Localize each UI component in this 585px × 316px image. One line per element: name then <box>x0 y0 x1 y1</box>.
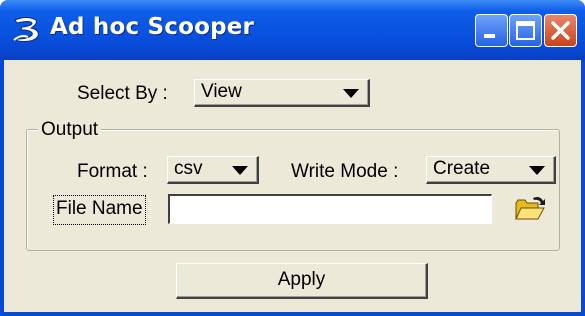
file-name-label: File Name <box>53 195 146 225</box>
app-window: Ad hoc Scooper Select By : View Output F… <box>0 0 585 316</box>
format-label: Format : <box>77 161 148 182</box>
format-dropdown[interactable]: csv <box>167 156 259 184</box>
output-group-box <box>26 129 560 251</box>
minimize-icon <box>484 34 495 38</box>
write-mode-dropdown[interactable]: Create <box>426 156 556 184</box>
maximize-icon <box>516 21 535 40</box>
select-by-label: Select By : <box>77 83 168 104</box>
close-button[interactable] <box>544 14 577 47</box>
bentley-b-icon <box>13 17 39 42</box>
dropdown-arrow-icon <box>343 89 359 98</box>
dropdown-arrow-icon <box>232 166 248 175</box>
dropdown-arrow-icon <box>529 166 545 175</box>
file-name-input[interactable] <box>168 194 492 224</box>
output-group-title: Output <box>38 119 102 141</box>
select-by-dropdown[interactable]: View <box>194 79 370 107</box>
write-mode-label: Write Mode : <box>291 161 399 182</box>
write-mode-value: Create <box>433 158 491 179</box>
close-icon <box>551 21 570 40</box>
open-folder-icon[interactable] <box>512 194 548 224</box>
window-title: Ad hoc Scooper <box>50 14 255 40</box>
select-by-value: View <box>201 81 242 102</box>
format-value: csv <box>174 158 203 179</box>
dialog-client-area: Select By : View Output Format : csv Wri… <box>4 60 581 312</box>
apply-button[interactable]: Apply <box>176 263 428 299</box>
title-bar[interactable]: Ad hoc Scooper <box>0 0 585 60</box>
maximize-button[interactable] <box>509 14 542 47</box>
minimize-button[interactable] <box>475 14 508 47</box>
